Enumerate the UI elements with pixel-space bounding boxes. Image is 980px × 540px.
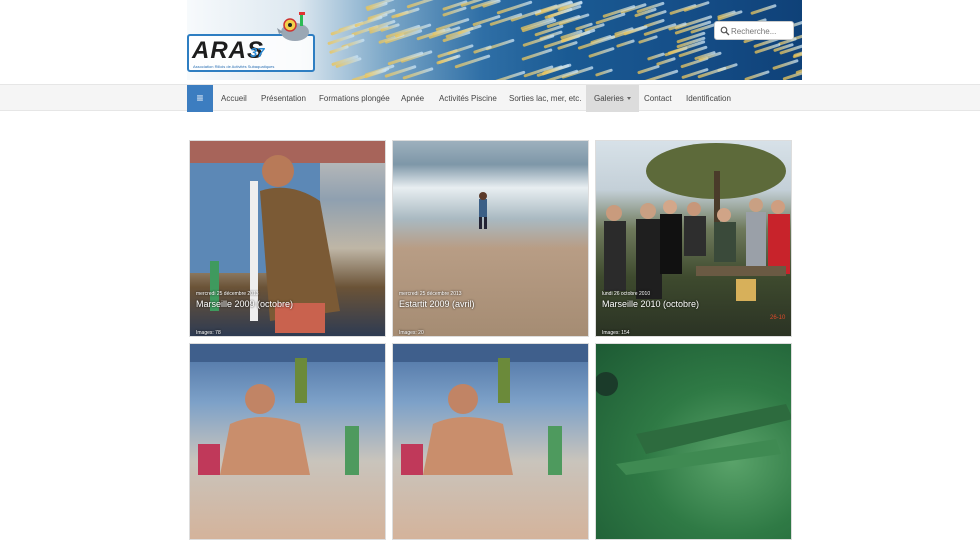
gallery-date: mercredi 25 décembre 2013 bbox=[196, 291, 259, 297]
menu-toggle-button[interactable]: ≡ bbox=[187, 85, 213, 112]
fish-decoration bbox=[387, 51, 424, 66]
nav-item-accueil[interactable]: Accueil bbox=[214, 85, 254, 112]
gallery-title: Marseille 2009 (octobre) bbox=[196, 299, 294, 309]
gallery-date: mercredi 25 décembre 2013 bbox=[399, 291, 462, 297]
search-box[interactable] bbox=[714, 21, 794, 40]
photo-date-stamp: 26-10 bbox=[770, 315, 786, 321]
nav-item-presentation[interactable]: Présentation bbox=[254, 85, 313, 112]
fish-decoration bbox=[405, 0, 442, 9]
underwater-photo-illustration bbox=[596, 372, 791, 475]
fish-decoration bbox=[656, 56, 677, 66]
search-input[interactable] bbox=[731, 24, 791, 38]
gallery-tile-marseille-2009[interactable]: mercredi 25 décembre 2013 Marseille 2009… bbox=[189, 140, 386, 337]
header-banner: ARAS 37 Association Rillois de Activités… bbox=[187, 0, 802, 80]
fish-decoration bbox=[615, 39, 635, 49]
seated-man-photo-illustration bbox=[393, 344, 588, 475]
gallery-tile-marseille-2010[interactable]: lundi 26 octobre 2010 Marseille 2010 (oc… bbox=[595, 140, 792, 337]
gallery-count: Images: 78 bbox=[196, 330, 221, 336]
nav-item-apnee[interactable]: Apnée bbox=[394, 85, 431, 112]
fish-decoration bbox=[594, 68, 614, 78]
fish-decoration bbox=[521, 48, 553, 62]
nav-item-formations[interactable]: Formations plongée bbox=[312, 85, 397, 112]
diver-fish-mascot-icon bbox=[277, 12, 309, 41]
gallery-tile-4[interactable] bbox=[189, 343, 386, 540]
nav-item-galeries[interactable]: Galeries bbox=[586, 85, 639, 112]
gallery-tile-5[interactable] bbox=[392, 343, 589, 540]
chevron-down-icon bbox=[626, 97, 631, 101]
logo-number: 37 bbox=[250, 45, 265, 60]
gallery-count: Images: 20 bbox=[399, 330, 424, 336]
gallery-title: Marseille 2010 (octobre) bbox=[602, 299, 700, 309]
fish-decoration bbox=[683, 1, 710, 13]
nav-item-identification[interactable]: Identification bbox=[679, 85, 738, 112]
fish-decoration bbox=[794, 60, 802, 75]
gallery-tile-estartit-2009[interactable]: mercredi 25 décembre 2013 Estartit 2009 … bbox=[392, 140, 589, 337]
fish-decoration bbox=[588, 46, 615, 58]
nav-item-contact[interactable]: Contact bbox=[637, 85, 679, 112]
logo-subtitle: Association Rillois de Activités Subaqua… bbox=[193, 64, 275, 69]
gallery-count: Images: 154 bbox=[602, 330, 630, 336]
fish-decoration bbox=[328, 45, 349, 55]
gallery-title: Estartit 2009 (avril) bbox=[399, 299, 475, 309]
fish-decoration bbox=[394, 7, 420, 19]
search-icon bbox=[720, 26, 730, 36]
fish-decoration bbox=[750, 4, 777, 16]
fish-decoration bbox=[771, 58, 799, 70]
main-nav: ≡ Accueil Présentation Formations plongé… bbox=[0, 84, 980, 112]
gallery-date: lundi 26 octobre 2010 bbox=[602, 291, 651, 297]
fish-decoration bbox=[637, 35, 658, 45]
nav-item-piscine[interactable]: Activités Piscine bbox=[432, 85, 504, 112]
fish-decoration bbox=[743, 69, 771, 80]
nav-item-sorties[interactable]: Sorties lac, mer, etc. bbox=[502, 85, 588, 112]
hamburger-icon: ≡ bbox=[196, 91, 204, 105]
gallery-tile-6[interactable] bbox=[595, 343, 792, 540]
seated-man-photo-illustration bbox=[190, 344, 385, 475]
fish-decoration bbox=[490, 70, 526, 80]
